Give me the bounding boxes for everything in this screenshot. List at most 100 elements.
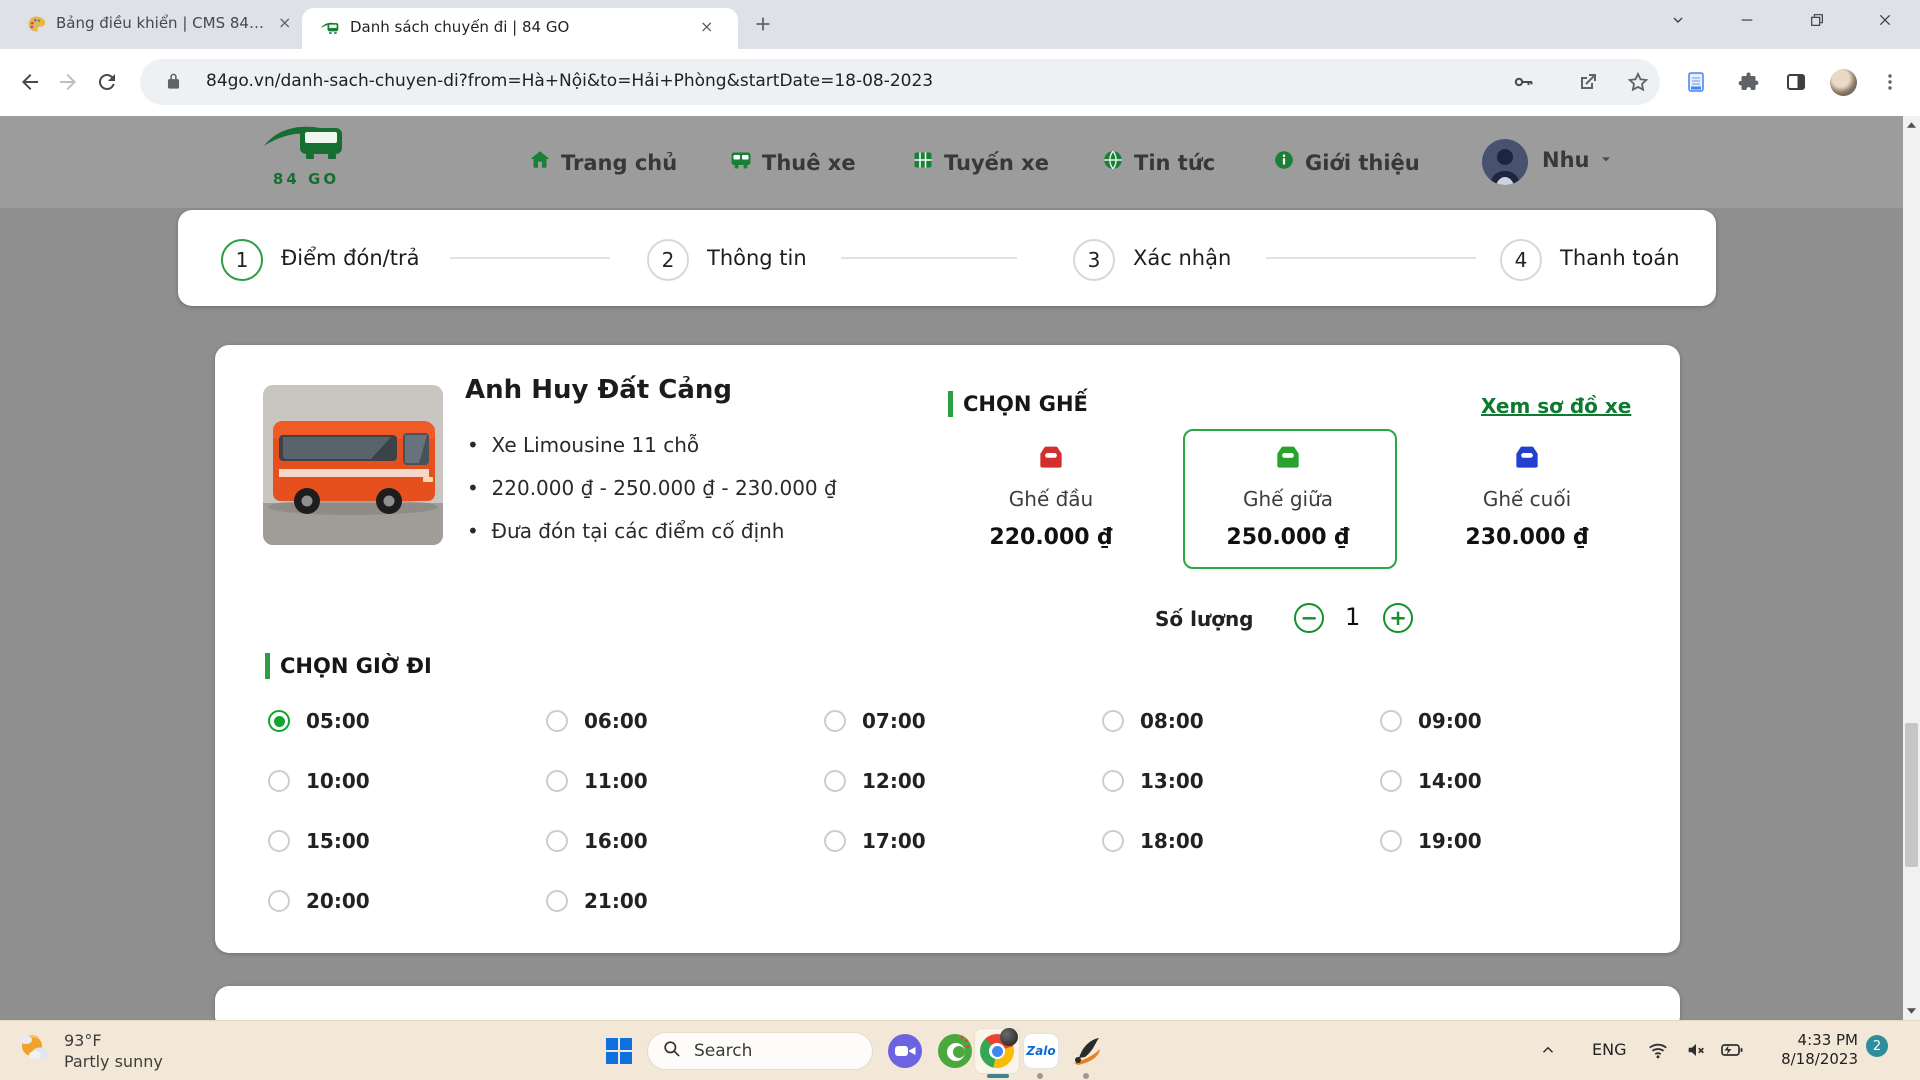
seat-tray-icon (1511, 441, 1543, 473)
close-tab-icon[interactable]: × (700, 17, 713, 36)
time-option[interactable]: 12:00 (824, 751, 1102, 811)
radio[interactable] (1380, 770, 1402, 792)
nav-item-rent-bus[interactable]: Thuê xe (729, 148, 856, 177)
quantity-plus-button[interactable]: + (1383, 603, 1413, 633)
screen: Bảng điều khiển | CMS 84 GO × Danh sách … (0, 0, 1920, 1080)
seat-option-middle[interactable]: Ghế giữa 250.000 ₫ (1203, 441, 1373, 550)
window-close-icon[interactable] (1870, 5, 1900, 35)
nav-item-about[interactable]: Giới thiệu (1272, 148, 1420, 177)
nav-label: Tuyến xe (944, 151, 1049, 175)
time-option[interactable]: 11:00 (546, 751, 824, 811)
radio[interactable] (268, 890, 290, 912)
new-tab-icon[interactable] (752, 13, 774, 39)
time-option[interactable]: 13:00 (1102, 751, 1380, 811)
trip-detail: • Đưa đón tại các điểm cố định (467, 519, 784, 543)
radio[interactable] (1380, 710, 1402, 732)
profile-avatar[interactable] (1830, 69, 1857, 96)
pen-app-icon[interactable] (1068, 1032, 1106, 1070)
radio[interactable] (1102, 710, 1124, 732)
url-text: 84go.vn/danh-sach-chuyen-di?from=Hà+Nội&… (206, 71, 933, 91)
zalo-app-icon[interactable]: Zalo (1022, 1032, 1060, 1070)
tab-trip-list[interactable]: Danh sách chuyến đi | 84 GO × (302, 8, 738, 49)
password-key-icon[interactable] (1512, 70, 1536, 98)
coccoc-browser-icon[interactable] (936, 1032, 974, 1070)
nav-item-routes[interactable]: Tuyến xe (911, 148, 1049, 177)
volume-muted-icon[interactable] (1680, 1034, 1712, 1066)
nav-item-home[interactable]: Trang chủ (528, 148, 677, 177)
time-option[interactable]: 16:00 (546, 811, 824, 871)
browser-menu-icon[interactable] (1878, 70, 1902, 98)
time-option[interactable]: 09:00 (1380, 691, 1658, 751)
time-option[interactable]: 10:00 (268, 751, 546, 811)
scroll-up-icon[interactable] (1906, 121, 1917, 129)
seat-option-rear[interactable]: Ghế cuối 230.000 ₫ (1442, 441, 1612, 550)
nav-item-news[interactable]: Tin tức (1101, 148, 1215, 177)
taskbar-search[interactable]: Search (647, 1032, 873, 1070)
step-connector (841, 257, 1017, 259)
weather-widget[interactable]: 93°FPartly sunny (14, 1029, 163, 1073)
back-icon[interactable] (18, 70, 42, 98)
time-option[interactable]: 15:00 (268, 811, 546, 871)
close-tab-icon[interactable]: × (278, 13, 291, 32)
radio[interactable] (1380, 830, 1402, 852)
radio[interactable] (1102, 770, 1124, 792)
seat-option-front[interactable]: Ghế đầu 220.000 ₫ (966, 441, 1136, 550)
radio[interactable] (824, 770, 846, 792)
time-option[interactable]: 07:00 (824, 691, 1102, 751)
time-option[interactable]: 21:00 (546, 871, 824, 931)
notification-badge[interactable]: 2 (1866, 1035, 1888, 1057)
tab-title: Danh sách chuyến đi | 84 GO (350, 18, 690, 36)
radio[interactable] (268, 830, 290, 852)
time-option[interactable]: 17:00 (824, 811, 1102, 871)
forward-icon[interactable] (56, 70, 80, 98)
time-option[interactable]: 05:00 (268, 691, 546, 751)
chrome-app-icon[interactable] (978, 1032, 1016, 1070)
trip-detail: • 220.000 ₫ - 250.000 ₫ - 230.000 ₫ (467, 476, 837, 500)
tab-search-chevron-icon[interactable] (1663, 5, 1693, 35)
chrome-profile-badge (1000, 1028, 1018, 1046)
radio-selected[interactable] (268, 710, 290, 732)
time-option[interactable]: 18:00 (1102, 811, 1380, 871)
time-option[interactable]: 06:00 (546, 691, 824, 751)
address-bar[interactable]: 84go.vn/danh-sach-chuyen-di?from=Hà+Nội&… (140, 59, 1660, 105)
bookmark-star-icon[interactable] (1626, 70, 1650, 98)
quantity-minus-button[interactable]: − (1294, 603, 1324, 633)
extensions-puzzle-icon[interactable] (1736, 70, 1760, 98)
scroll-down-icon[interactable] (1906, 1007, 1917, 1015)
user-avatar[interactable] (1482, 139, 1528, 185)
reload-icon[interactable] (95, 70, 119, 98)
radio[interactable] (546, 890, 568, 912)
tab-cms-dashboard[interactable]: Bảng điều khiển | CMS 84 GO × (10, 0, 302, 49)
time-option[interactable]: 20:00 (268, 871, 546, 931)
time-option[interactable]: 08:00 (1102, 691, 1380, 751)
site-logo[interactable]: 84 GO (262, 120, 350, 188)
wifi-icon[interactable] (1642, 1034, 1674, 1066)
video-chat-app-icon[interactable] (886, 1032, 924, 1070)
radio[interactable] (268, 770, 290, 792)
window-restore-icon[interactable] (1802, 5, 1832, 35)
side-panel-icon[interactable] (1784, 70, 1808, 98)
start-button[interactable] (600, 1032, 638, 1070)
radio[interactable] (824, 830, 846, 852)
radio[interactable] (546, 770, 568, 792)
docs-extension-icon[interactable] (1684, 70, 1708, 98)
tray-chevron-up-icon[interactable] (1532, 1034, 1564, 1066)
radio[interactable] (546, 830, 568, 852)
time-option[interactable]: 19:00 (1380, 811, 1658, 871)
time-option[interactable]: 14:00 (1380, 751, 1658, 811)
seat-map-link[interactable]: Xem sơ đồ xe (1481, 394, 1631, 418)
battery-charging-icon[interactable] (1716, 1034, 1748, 1066)
window-minimize-icon[interactable] (1732, 5, 1762, 35)
radio[interactable] (1102, 830, 1124, 852)
quantity-label: Số lượng (1155, 607, 1254, 631)
radio[interactable] (546, 710, 568, 732)
clock-widget[interactable]: 4:33 PM 8/18/2023 (1762, 1031, 1858, 1069)
step-4-label: Thanh toán (1560, 246, 1680, 270)
share-icon[interactable] (1576, 70, 1600, 98)
radio[interactable] (824, 710, 846, 732)
seat-price: 250.000 ₫ (1203, 525, 1373, 550)
scrollbar-thumb[interactable] (1905, 723, 1918, 867)
language-indicator[interactable]: ENG (1592, 1040, 1626, 1059)
page-scrollbar[interactable] (1903, 116, 1920, 1020)
user-menu[interactable]: Nhu (1542, 148, 1614, 172)
